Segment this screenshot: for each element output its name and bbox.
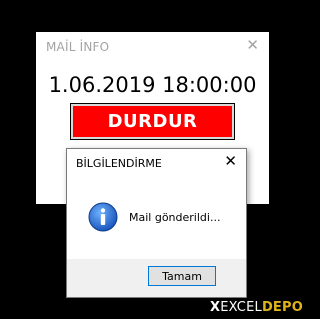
close-icon[interactable]: ✕ — [224, 153, 237, 169]
info-dialog: BİLGİLENDİRME ✕ Mail gönderildi... Tamam — [66, 148, 247, 298]
datetime-display: 1.06.2019 18:00:00 — [48, 73, 257, 97]
close-icon[interactable]: ✕ — [246, 37, 259, 53]
watermark-x: X — [209, 300, 221, 315]
window-title: MAİL İNFO — [46, 40, 110, 54]
dialog-body: Mail gönderildi... — [67, 181, 246, 259]
dialog-message: Mail gönderildi... — [129, 211, 221, 224]
info-icon — [88, 202, 118, 232]
dialog-title: BİLGİLENDİRME — [76, 157, 162, 170]
dialog-footer: Tamam — [67, 259, 246, 297]
stop-button[interactable]: DURDUR — [70, 103, 235, 140]
watermark-logo: XEXCELDEPO — [210, 300, 303, 315]
watermark-excel: EXCEL — [220, 300, 262, 315]
watermark-depo: DEPO — [261, 300, 303, 315]
ok-button[interactable]: Tamam — [148, 266, 216, 286]
